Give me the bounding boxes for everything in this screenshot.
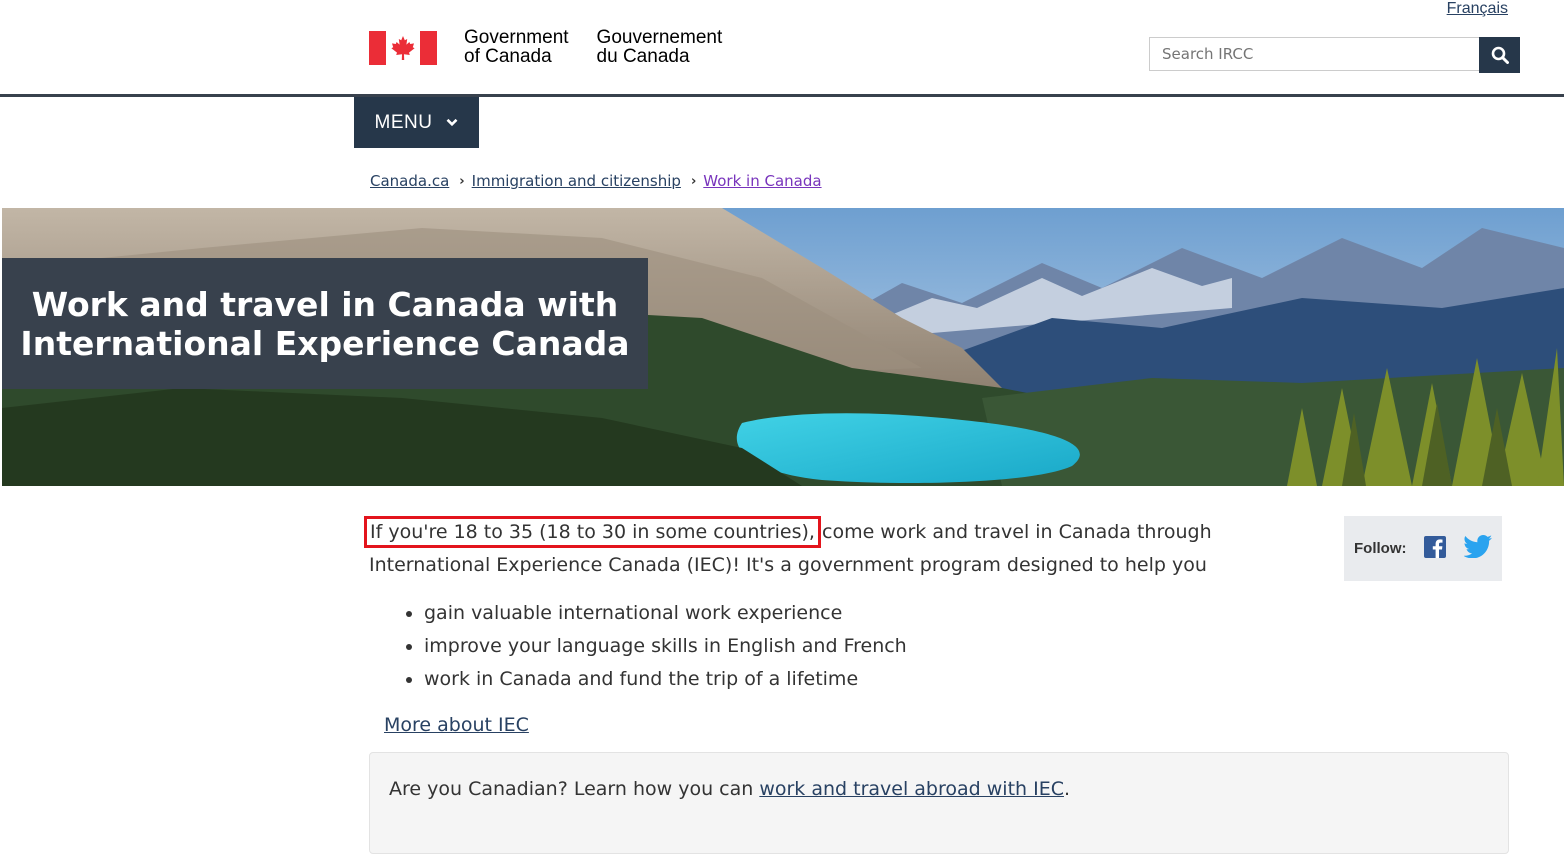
signature-english: Government of Canada bbox=[464, 27, 569, 67]
list-item: work in Canada and fund the trip of a li… bbox=[424, 663, 907, 696]
search-form bbox=[1149, 37, 1520, 73]
government-signature[interactable]: Government of Canada Gouvernement du Can… bbox=[369, 28, 722, 66]
breadcrumb: Canada.ca › Immigration and citizenship … bbox=[370, 172, 822, 190]
chevron-right-icon: › bbox=[690, 173, 697, 189]
search-button[interactable] bbox=[1479, 37, 1520, 73]
header-divider bbox=[0, 94, 1564, 97]
breadcrumb-work-in-canada[interactable]: Work in Canada bbox=[703, 172, 821, 190]
facebook-icon[interactable] bbox=[1423, 535, 1446, 562]
breadcrumb-immigration-citizenship[interactable]: Immigration and citizenship bbox=[472, 172, 681, 190]
menu-label: MENU bbox=[374, 111, 433, 133]
intro-paragraph: If you're 18 to 35 (18 to 30 in some cou… bbox=[364, 516, 1329, 582]
twitter-icon[interactable] bbox=[1462, 535, 1492, 562]
highlighted-age-range: If you're 18 to 35 (18 to 30 in some cou… bbox=[364, 516, 821, 548]
chevron-right-icon: › bbox=[459, 173, 465, 189]
more-about-iec-link[interactable]: More about IEC bbox=[384, 710, 529, 740]
breadcrumb-canada-ca[interactable]: Canada.ca bbox=[370, 172, 449, 190]
language-toggle-link[interactable]: Français bbox=[1447, 0, 1508, 18]
canadian-info-box: Are you Canadian? Learn how you can work… bbox=[369, 752, 1509, 854]
search-icon bbox=[1491, 46, 1509, 64]
benefits-list: gain valuable international work experie… bbox=[384, 597, 907, 696]
canada-flag-icon bbox=[369, 31, 437, 65]
work-abroad-link[interactable]: work and travel abroad with IEC bbox=[759, 778, 1064, 800]
chevron-down-icon bbox=[447, 118, 458, 127]
list-item: improve your language skills in English … bbox=[424, 630, 907, 663]
search-input[interactable] bbox=[1149, 37, 1479, 71]
page-title: Work and travel in Canada with Internati… bbox=[2, 258, 648, 389]
follow-box: Follow: bbox=[1344, 516, 1502, 581]
canadian-info-text: Are you Canadian? Learn how you can work… bbox=[389, 778, 1071, 800]
signature-french: Gouvernement du Canada bbox=[596, 27, 723, 67]
menu-button[interactable]: MENU bbox=[354, 97, 479, 148]
follow-label: Follow: bbox=[1354, 540, 1407, 557]
list-item: gain valuable international work experie… bbox=[424, 597, 907, 630]
